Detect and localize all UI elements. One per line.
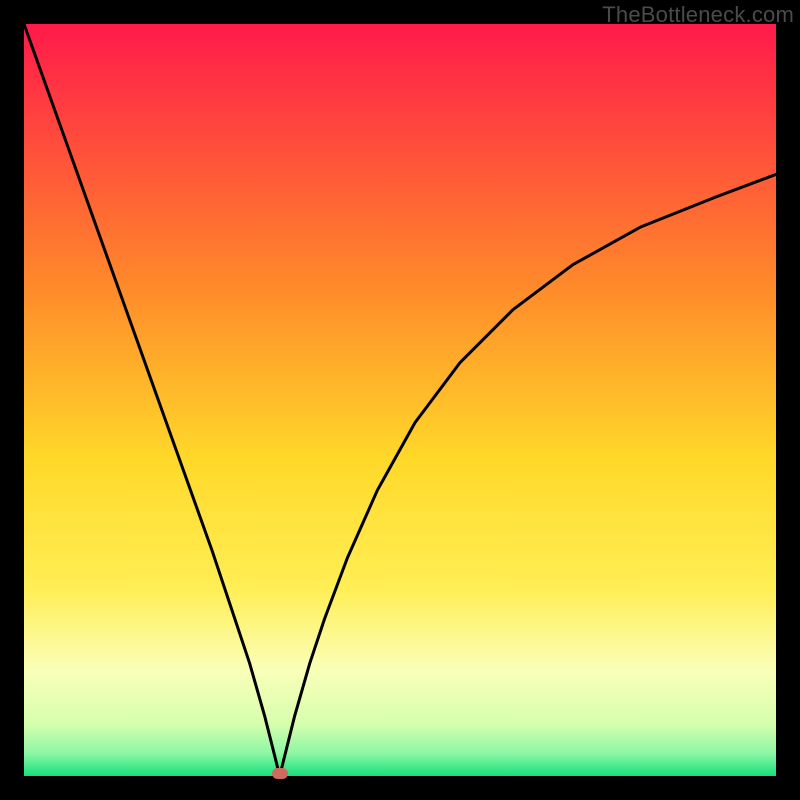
chart-frame <box>24 24 776 776</box>
optimal-point-marker <box>272 768 288 779</box>
bottleneck-curve <box>24 24 776 776</box>
watermark-text: TheBottleneck.com <box>602 2 794 28</box>
